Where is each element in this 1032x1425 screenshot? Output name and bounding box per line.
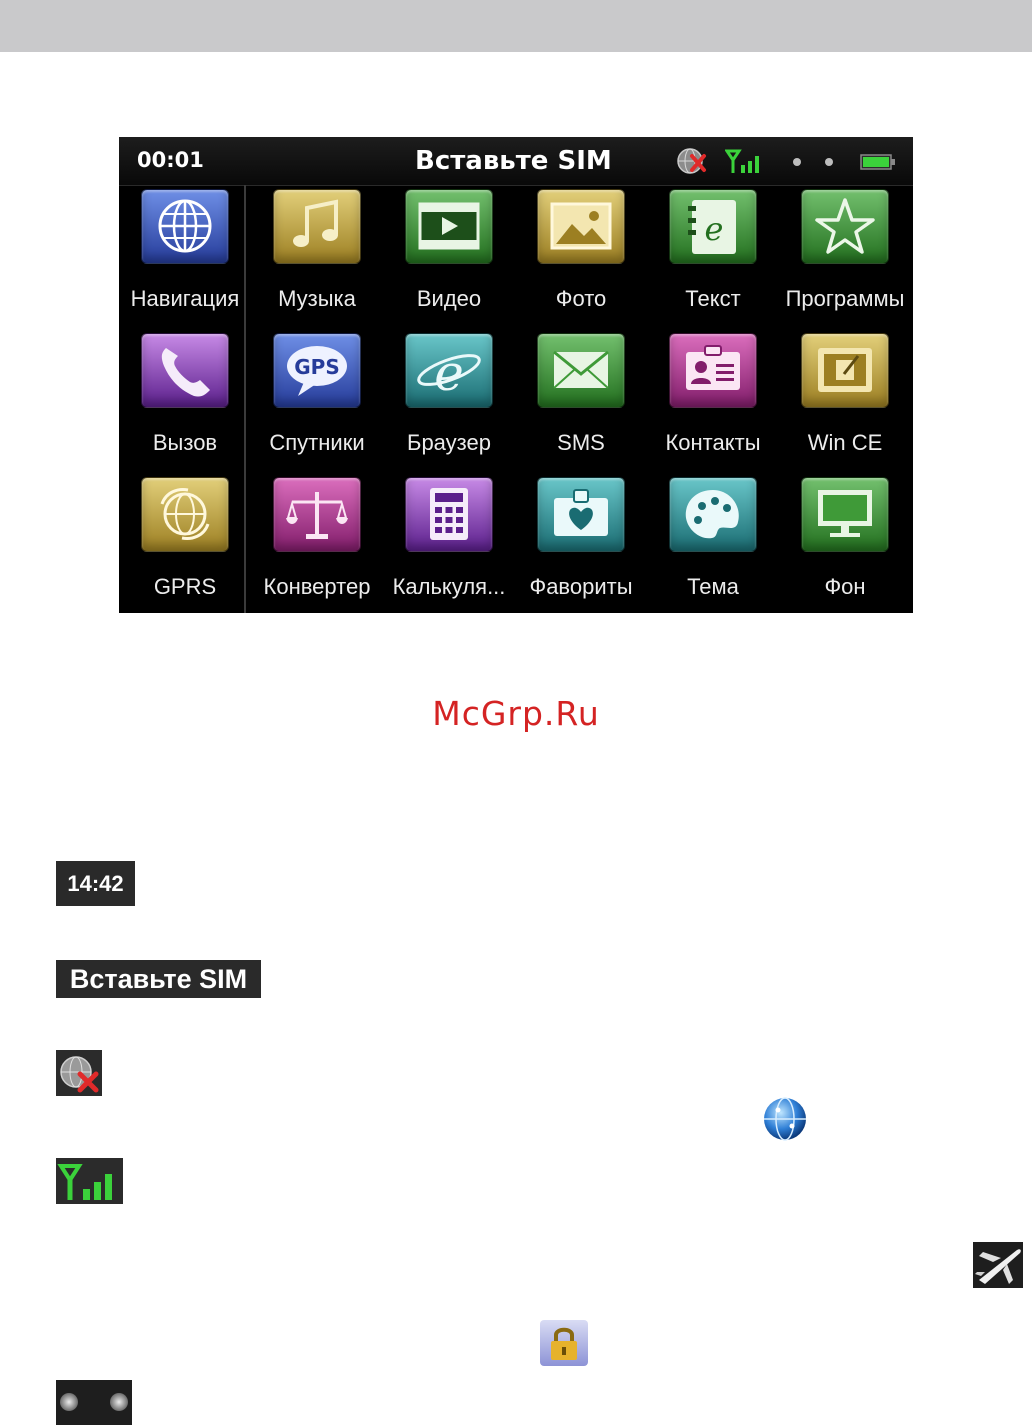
legend-sim-message: Вставьте SIM [56,960,261,998]
gps-on-icon [762,1096,808,1142]
dot-icon [793,158,801,166]
app-label: Конвертер [263,574,371,599]
app-contacts[interactable]: Контакты [647,333,779,473]
device-screen: 00:01 Вставьте SIM Навигация Музыка Виде… [119,137,913,613]
app-calculator[interactable]: Калькуля... [383,477,515,613]
status-title: Вставьте SIM [415,146,612,176]
airplane-icon [973,1242,1023,1288]
music-note-icon [273,189,361,264]
app-gprs[interactable]: GPRS [119,477,251,613]
app-label: Браузер [407,430,491,455]
globe-icon [141,189,229,264]
monitor-icon [801,477,889,552]
app-label: Программы [785,286,905,311]
app-theme[interactable]: Тема [647,477,779,613]
contact-card-icon [669,333,757,408]
status-bar: 00:01 Вставьте SIM [119,137,913,186]
app-win-ce[interactable]: Win CE [779,333,911,473]
app-navigation[interactable]: Навигация [119,189,251,329]
gps-off-icon [56,1050,102,1096]
app-text[interactable]: e Текст [647,189,779,329]
app-label: Фон [824,574,866,599]
favorites-heart-icon [537,477,625,552]
app-label: Музыка [278,286,356,311]
app-label: Навигация [130,286,240,311]
app-label: Win CE [807,430,883,455]
app-photo[interactable]: Фото [515,189,647,329]
app-music[interactable]: Музыка [251,189,383,329]
app-browser[interactable]: e Браузер [383,333,515,473]
app-sms[interactable]: SMS [515,333,647,473]
star-icon [801,189,889,264]
app-label: Видео [416,286,482,311]
app-label: Спутники [269,430,365,455]
envelope-icon [537,333,625,408]
app-label: Вызов [152,430,218,455]
app-label: GPRS [153,574,217,599]
app-call[interactable]: Вызов [119,333,251,473]
app-label: Фавориты [529,574,633,599]
app-video[interactable]: Видео [383,189,515,329]
svg-text:e: e [434,344,464,402]
app-label: Фото [555,286,607,311]
app-wallpaper[interactable]: Фон [779,477,911,613]
app-label: SMS [557,430,605,455]
win-ce-icon [801,333,889,408]
video-icon [405,189,493,264]
phone-icon [141,333,229,408]
svg-text:e: e [705,210,724,248]
app-label: Тема [687,574,739,599]
watermark: McGrp.Ru [432,694,600,733]
browser-e-icon: e [405,333,493,408]
svg-text:GPS: GPS [294,355,339,379]
palette-icon [669,477,757,552]
app-label: Текст [685,286,741,311]
app-satellites[interactable]: GPS Спутники [251,333,383,473]
status-clock: 00:01 [137,148,204,172]
dot-icon [825,158,833,166]
app-label: Контакты [665,430,761,455]
signal-icon [56,1158,123,1204]
legend-clock: 14:42 [56,861,135,906]
calculator-icon [405,477,493,552]
gps-off-icon [677,148,706,174]
app-favorites[interactable]: Фавориты [515,477,647,613]
gps-bubble-icon: GPS [273,333,361,408]
page-header-bar [0,0,1032,52]
gprs-globe-icon [141,477,229,552]
dots-icon [56,1380,132,1425]
app-programs[interactable]: Программы [779,189,911,329]
lock-icon [540,1320,588,1366]
text-book-icon: e [669,189,757,264]
scales-icon [273,477,361,552]
photo-icon [537,189,625,264]
battery-icon [860,154,895,170]
signal-icon [725,149,759,173]
app-label: Калькуля... [392,574,506,599]
app-converter[interactable]: Конвертер [251,477,383,613]
